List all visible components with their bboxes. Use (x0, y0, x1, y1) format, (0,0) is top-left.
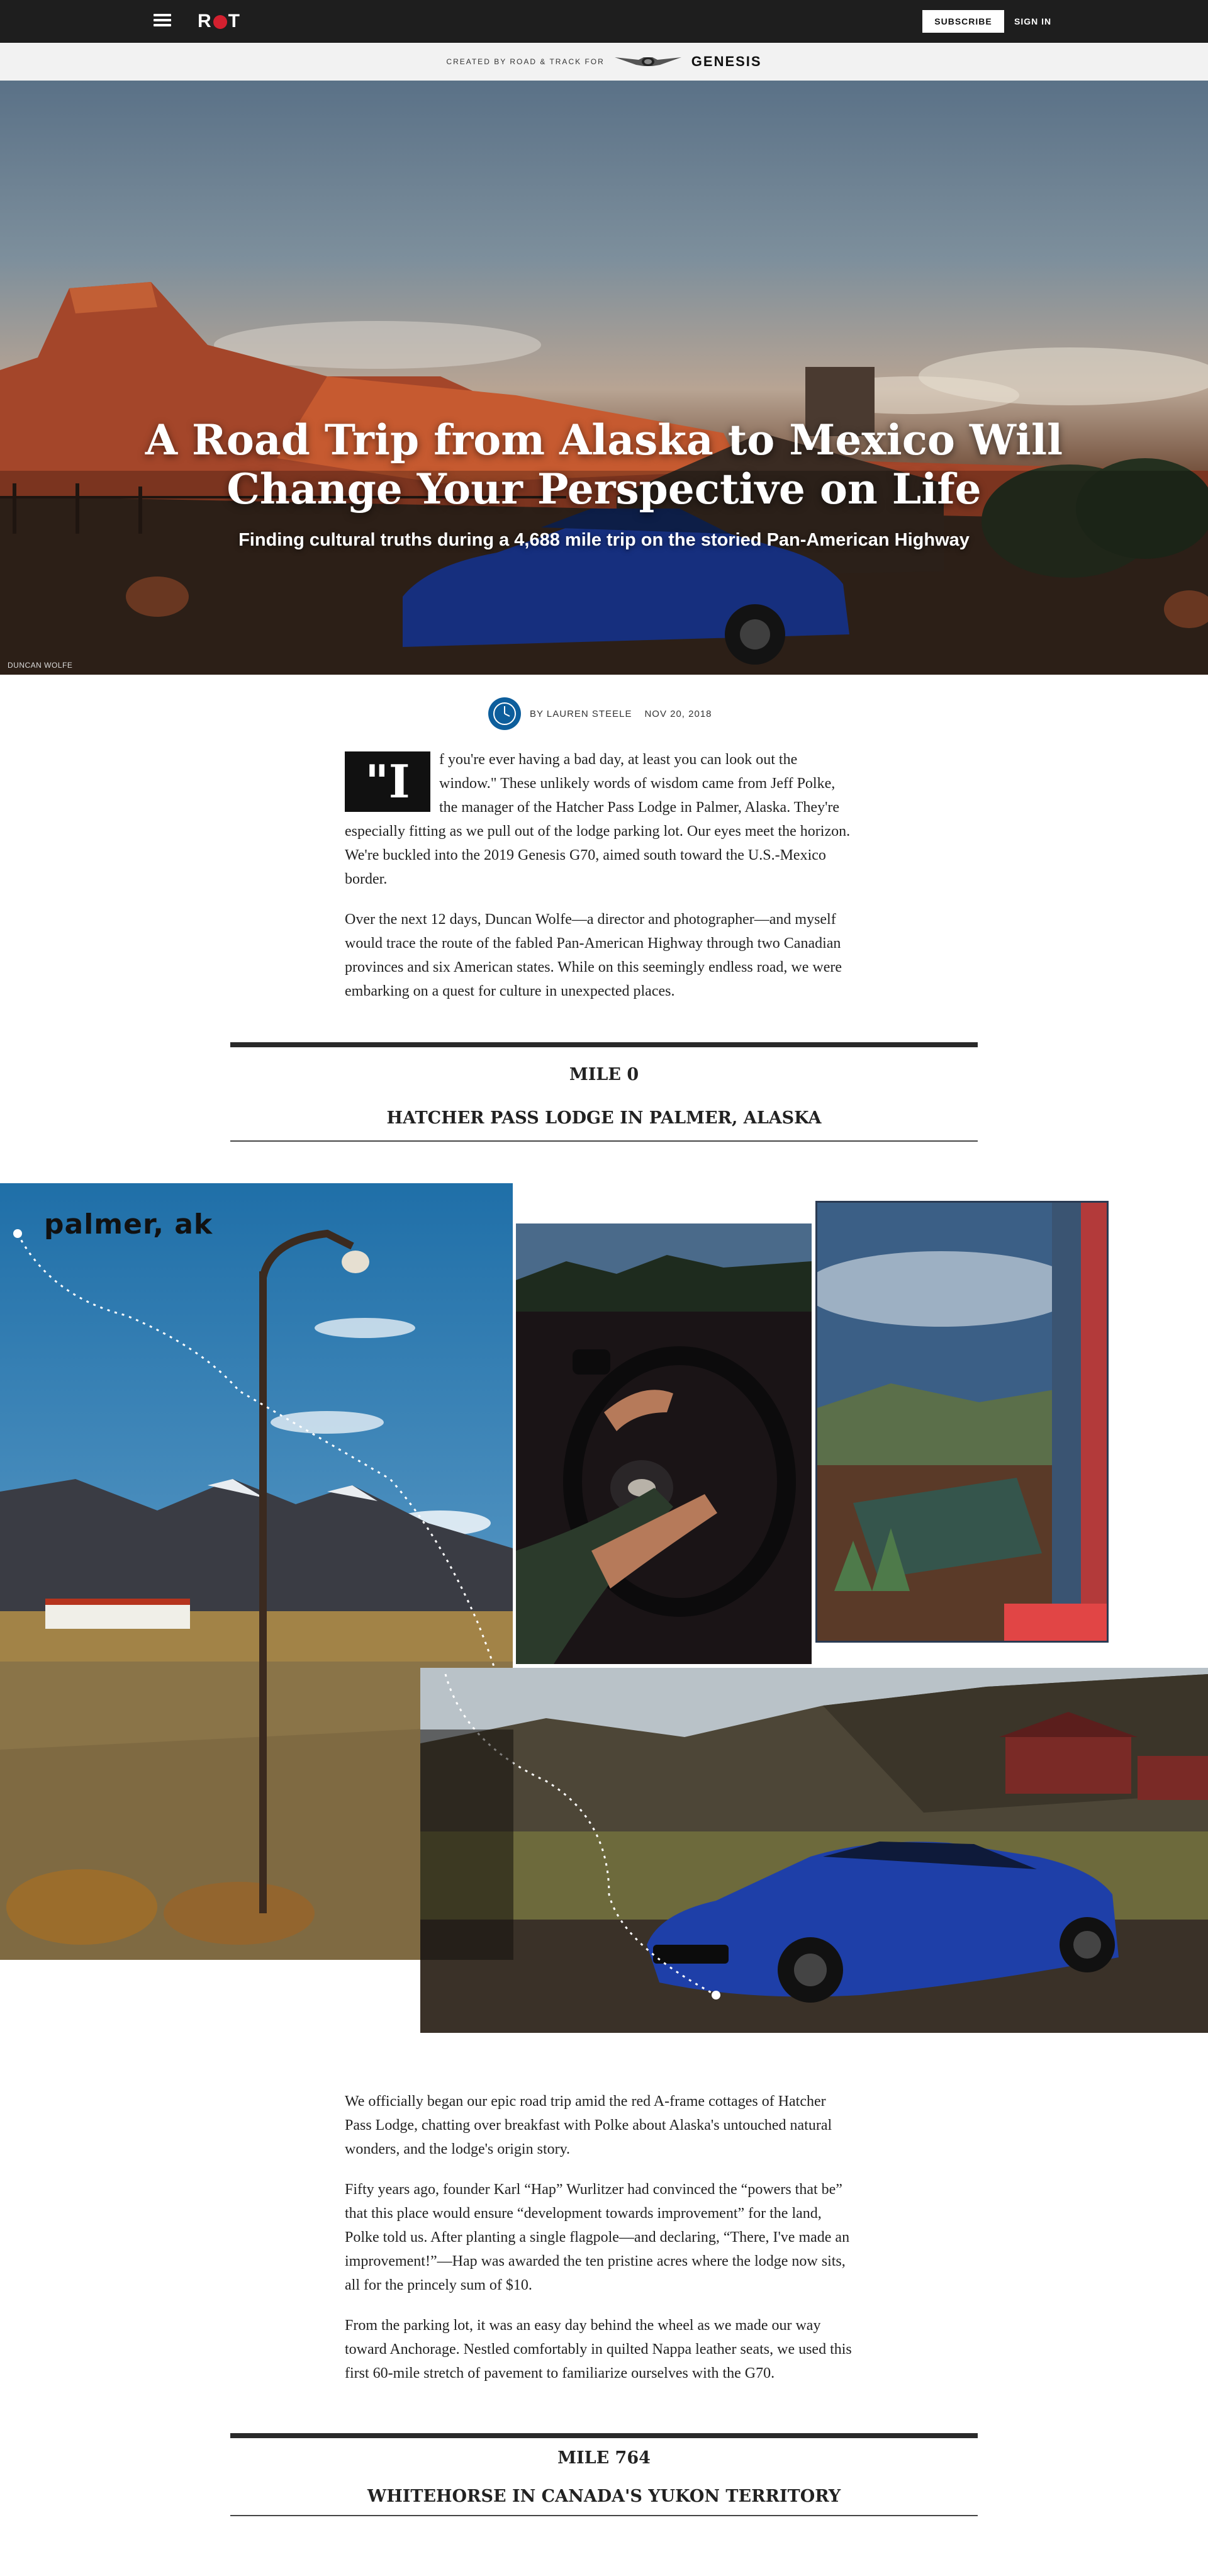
hero-image: A Road Trip from Alaska to Mexico Will C… (0, 81, 1208, 675)
section-mile: MILE 0 (569, 1065, 639, 1084)
section-header-mile-764: MILE 764 WHITEHORSE IN CANADA'S YUKON TE… (230, 2433, 978, 2516)
article-title: A Road Trip from Alaska to Mexico Will C… (145, 415, 1063, 514)
article-body-2: We officially began our epic road trip a… (345, 2089, 853, 2402)
section-rule-top (230, 1042, 978, 1047)
section-rule-bottom (230, 1140, 978, 1142)
menu-icon[interactable] (154, 11, 171, 30)
sponsor-brand[interactable]: GENESIS (691, 53, 762, 70)
author-avatar[interactable] (488, 697, 521, 730)
collage-location-label: palmer, ak (44, 1208, 213, 1240)
photo-steering-wheel (516, 1223, 812, 1664)
publish-date: NOV 20, 2018 (644, 708, 712, 719)
sponsor-bar: CREATED BY ROAD & TRACK FOR GENESIS (0, 43, 1208, 81)
photo-window-reflection (815, 1201, 1109, 1643)
collage-shadow-block (420, 1730, 513, 1960)
section-header-mile-0: MILE 0 HATCHER PASS LODGE IN PALMER, ALA… (230, 1042, 978, 1142)
section-rule-top (230, 2433, 978, 2438)
section-place: HATCHER PASS LODGE IN PALMER, ALASKA (386, 1108, 822, 1128)
sign-in-link[interactable]: SIGN IN (1014, 10, 1051, 33)
article-intro: "I f you're ever having a bad day, at le… (345, 748, 853, 1020)
subscribe-button[interactable]: SUBSCRIBE (922, 10, 1004, 33)
site-logo[interactable]: RT (198, 10, 240, 33)
sponsor-text: CREATED BY ROAD & TRACK FOR (446, 57, 605, 66)
genesis-wing-icon (614, 57, 681, 66)
section-mile: MILE 764 (557, 2448, 651, 2468)
article-subtitle: Finding cultural truths during a 4,688 m… (238, 530, 970, 550)
photo-credit: DUNCAN WOLFE (8, 661, 73, 670)
hero-landscape (0, 282, 1208, 675)
clock-icon (493, 702, 516, 725)
intro-paragraph-2: Over the next 12 days, Duncan Wolfe—a di… (345, 911, 842, 999)
logo-disc-icon (213, 15, 227, 29)
drop-cap: "I (345, 751, 430, 812)
section-rule-bottom (230, 2515, 978, 2516)
photo-genesis-g70 (420, 1668, 1208, 2033)
intro-paragraph-1: "I f you're ever having a bad day, at le… (345, 748, 853, 891)
body2-paragraph-1: We officially began our epic road trip a… (345, 2093, 832, 2157)
top-nav: RT SUBSCRIBE SIGN IN (0, 0, 1208, 43)
byline: BY LAUREN STEELE NOV 20, 2018 (488, 697, 712, 730)
body2-paragraph-3: From the parking lot, it was an easy day… (345, 2317, 852, 2382)
author-name[interactable]: BY LAUREN STEELE (530, 709, 632, 719)
body2-paragraph-2: Fifty years ago, founder Karl “Hap” Wurl… (345, 2181, 850, 2293)
section-place: WHITEHORSE IN CANADA'S YUKON TERRITORY (367, 2487, 841, 2506)
